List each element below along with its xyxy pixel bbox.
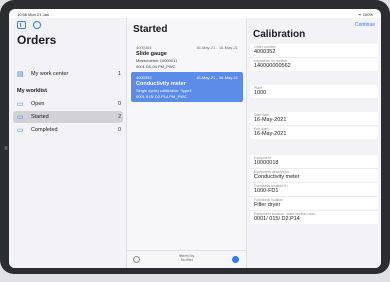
detail-group-plant: Plant 1000 [250, 85, 378, 98]
sidebar-item-count: 2 [117, 114, 121, 120]
order-id: 4000352 [136, 75, 152, 80]
order-line: Messchieber 10000011 [136, 58, 178, 63]
detail-group-order: Order number 4000352 Inspection lot numb… [250, 44, 378, 71]
sidebar-item-my-work-center[interactable]: ▤ My work center 1 [13, 68, 123, 80]
checkmark-tray-icon: ▭ [17, 127, 24, 134]
field-value: 1000-FD1 [254, 188, 279, 194]
order-line: 0001 D0-04 PM_PWC [136, 64, 176, 69]
detail-group-equipment: Equipment 10000018 Equipment description… [250, 155, 378, 224]
detail-field: Functional location ID 1000-FD1 [250, 183, 378, 197]
sidebar-item-open[interactable]: ▭ Open 0 [13, 98, 123, 110]
detail-title: Calibration [253, 29, 306, 40]
list-title: Started [133, 24, 168, 35]
order-card-selected[interactable]: 4000352 16-May-21 - 16-May-21 Conductivi… [131, 72, 243, 102]
sidebar-toolbar [17, 21, 41, 29]
detail-field: Equipment description Conductivity meter [250, 169, 378, 183]
sidebar-title: Orders [17, 33, 57, 47]
detail-field: End date 16-May-2021 [250, 126, 378, 139]
detail-field: Equipment 10000018 [250, 155, 378, 169]
filter-value: No filter [180, 258, 194, 262]
order-list: Started 4000364 16-May-21 - 16-May-21 Sl… [127, 18, 247, 268]
field-value: 0001/ 015/ D2.P14 [254, 216, 300, 222]
status-time: 10:58 Mon 21 Jan [17, 12, 50, 17]
order-title: Conductivity meter [136, 81, 186, 87]
tablet-frame: 10:58 Mon 21 Jan ᯤ 100% Orders ▤ My work… [0, 0, 390, 274]
field-value: 16-May-2021 [254, 117, 287, 123]
camera-dot [4, 146, 8, 150]
field-value: 16-May-2021 [254, 131, 287, 137]
detail-field: Equipment location / plant section room … [250, 211, 378, 224]
order-id: 4000364 [136, 45, 152, 50]
continue-button[interactable]: Continue [355, 22, 375, 28]
filter-icon[interactable] [133, 256, 140, 263]
order-card[interactable]: 4000364 16-May-21 - 16-May-21 Slide gaug… [131, 42, 243, 72]
sidebar-item-count: 1 [117, 71, 121, 77]
tray-icon: ▭ [17, 101, 24, 108]
sidebar-toggle-icon[interactable] [17, 21, 26, 29]
field-value: 4000352 [254, 49, 276, 55]
sidebar-item-completed[interactable]: ▭ Completed 0 [13, 124, 123, 136]
detail-pane: Continue Calibration Order number 400035… [247, 18, 381, 268]
detail-field: Start date 16-May-2021 [250, 112, 378, 126]
sidebar-item-label: Started [31, 114, 49, 120]
order-title: Slide gauge [136, 51, 167, 57]
detail-field: Functional location Filter dryer [250, 197, 378, 211]
sidebar-item-label: My work center [31, 71, 69, 77]
order-dates: 16-May-21 - 16-May-21 [196, 75, 238, 80]
field-value: 1000 [254, 90, 267, 96]
tray-icon: ▭ [17, 114, 24, 121]
field-value: 140000000562 [254, 63, 291, 69]
sidebar-item-label: Completed [31, 127, 58, 133]
sidebar-item-count: 0 [117, 127, 121, 133]
order-dates: 16-May-21 - 16-May-21 [196, 45, 238, 50]
order-line: 0001 015/ D2.P14 PM_PWC [136, 94, 187, 99]
sidebar-item-count: 0 [117, 101, 121, 107]
field-value: 10000018 [254, 160, 279, 166]
inbox-icon: ▤ [17, 71, 24, 78]
field-value: Conductivity meter [254, 174, 300, 180]
sidebar-item-started[interactable]: ▭ Started 2 [13, 111, 123, 123]
worklist-heading: My worklist [17, 88, 47, 94]
detail-field: Order number 4000352 [250, 44, 378, 58]
order-line: Single cycle) calibration: *type4 [136, 88, 192, 93]
list-footer: filtered by: No filter [127, 250, 247, 268]
screen: 10:58 Mon 21 Jan ᯤ 100% Orders ▤ My work… [9, 9, 381, 268]
sidebar-item-label: Open [31, 101, 45, 107]
detail-field: Inspection lot number 140000000562 [250, 58, 378, 71]
profile-icon[interactable] [33, 21, 41, 29]
detail-field: Plant 1000 [250, 85, 378, 98]
filter-status: filtered by: No filter [163, 254, 211, 262]
status-bar: 10:58 Mon 21 Jan ᯤ 100% [9, 9, 381, 18]
field-value: Filter dryer [254, 202, 281, 208]
sidebar: Orders ▤ My work center 1 My worklist ▭ … [9, 18, 127, 268]
detail-group-dates: Start date 16-May-2021 End date 16-May-2… [250, 112, 378, 139]
sort-icon[interactable] [232, 256, 239, 263]
